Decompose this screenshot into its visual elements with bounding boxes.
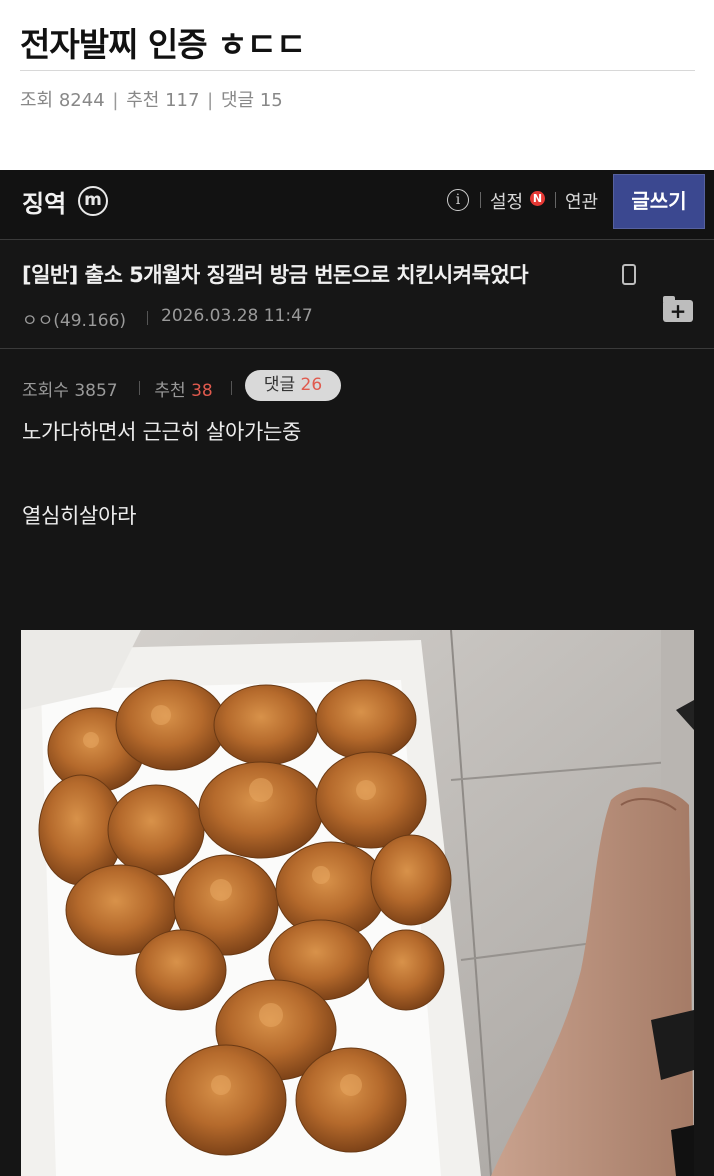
article-date: 2026.03.28 11:47 — [161, 306, 313, 326]
likes-count: 117 — [165, 90, 200, 111]
post-title: 전자발찌 인증 ㅎㄷㄷ — [20, 25, 306, 64]
post-meta: 조회 8244 | 추천 117 | 댓글 15 — [20, 86, 283, 112]
comments-label: 댓글 — [263, 375, 296, 395]
minor-gallery-icon: m — [78, 186, 108, 216]
comments-count: 26 — [300, 375, 323, 395]
likes-label: 추천 — [126, 90, 160, 111]
comments-label: 댓글 — [220, 90, 255, 111]
article-stats: 조회수 3857 추천 38 — [22, 376, 213, 401]
embedded-screenshot: 징역 m i 설정 N 연관 글쓰기 [일반] 출소 5개월차 징갤러 방금 번… — [0, 170, 714, 1176]
info-icon[interactable]: i — [447, 189, 469, 211]
views-count: 8244 — [58, 90, 105, 111]
article-views-label: 조회수 — [22, 381, 69, 401]
article-body-line: 열심히살아라 — [22, 504, 137, 528]
article-likes: 38 — [191, 381, 213, 401]
comments-count: 15 — [259, 90, 283, 111]
comments-button[interactable]: 댓글 26 — [245, 370, 341, 401]
gallery-name[interactable]: 징역 — [22, 184, 66, 219]
gallery-topbar: 징역 m i 설정 N 연관 글쓰기 — [0, 170, 714, 240]
article-likes-label: 추천 — [154, 381, 186, 401]
article-views: 3857 — [74, 381, 118, 401]
article-title: [일반] 출소 5개월차 징갤러 방금 번돈으로 치킨시켜묵었다 — [22, 263, 529, 287]
stats-separator — [139, 381, 140, 395]
new-badge-icon: N — [530, 191, 545, 206]
meta-separator: | — [112, 90, 119, 111]
article-author[interactable]: ㅇㅇ(49.166) — [22, 306, 126, 331]
title-divider — [20, 70, 695, 71]
stats-separator — [231, 381, 232, 395]
topbar-separator — [555, 192, 556, 208]
topbar-separator — [480, 192, 481, 208]
meta-separator — [147, 311, 148, 325]
article-header: [일반] 출소 5개월차 징갤러 방금 번돈으로 치킨시켜묵었다 ㅇㅇ(49.1… — [0, 240, 714, 349]
folder-add-icon[interactable]: + — [663, 296, 693, 323]
mobile-phone-icon — [622, 264, 636, 285]
meta-separator: | — [207, 90, 214, 111]
folder-plus-glyph: + — [669, 299, 687, 323]
write-button[interactable]: 글쓰기 — [613, 174, 705, 229]
chicken-photo — [21, 630, 694, 1176]
chicken-photo-illustration — [21, 630, 694, 1176]
article-body-line: 노가다하면서 근근히 살아가는중 — [22, 420, 302, 444]
settings-link[interactable]: 설정 — [490, 188, 523, 214]
related-link[interactable]: 연관 — [565, 188, 598, 214]
views-label: 조회 — [20, 90, 54, 111]
